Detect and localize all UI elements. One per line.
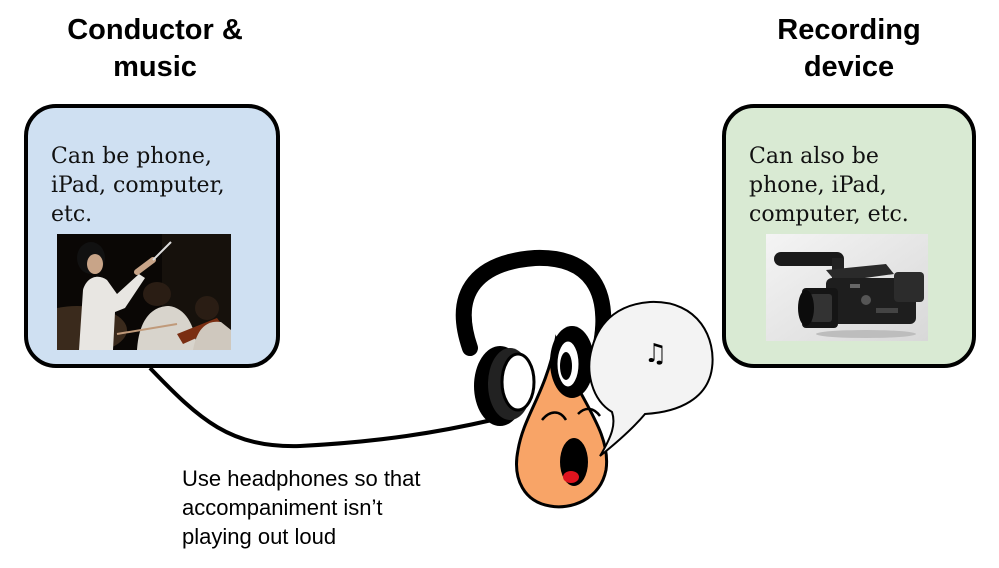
music-note-icon: ♫ [644,339,667,369]
conductor-photo [57,234,231,350]
recording-text-line-2: phone, iPad, [749,173,887,198]
recording-text-line-1: Can also be [749,144,879,169]
caption-line-1: Use headphones so that [182,466,421,491]
conductor-text-line-1: Can be phone, [51,144,212,169]
conductor-panel-text: Can be phone, iPad, computer, etc. [51,142,225,229]
recording-text-line-3: computer, etc. [749,202,909,227]
right-earcup [550,326,594,398]
camcorder-photo [766,234,928,341]
left-earcup [474,346,536,426]
conductor-text-line-2: iPad, computer, [51,173,225,198]
speech-bubble [588,300,714,457]
headphone-cable [148,366,493,449]
caption-line-3: playing out loud [182,524,337,549]
singer-with-headphones-icon [455,249,714,509]
recording-panel-text: Can also be phone, iPad, computer, etc. [749,142,909,229]
caption-line-2: accompaniment isn’t [182,495,383,520]
conductor-text-line-3: etc. [51,202,93,227]
headphones-caption: Use headphones so that accompaniment isn… [182,464,421,551]
